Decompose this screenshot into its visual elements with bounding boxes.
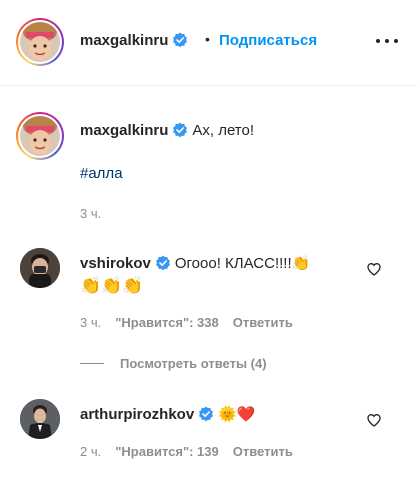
author-avatar-story-ring[interactable] xyxy=(16,18,64,66)
reply-button[interactable]: Ответить xyxy=(233,315,293,330)
verified-badge-icon xyxy=(173,122,188,138)
header-username[interactable]: maxgalkinru xyxy=(80,32,168,49)
caption-username[interactable]: maxgalkinru xyxy=(80,122,168,139)
caption-avatar xyxy=(20,116,60,156)
author-avatar xyxy=(20,22,60,62)
replies-divider-line xyxy=(80,363,104,364)
post-header: maxgalkinru • Подписаться xyxy=(0,0,417,86)
comment-text: Огооо! КЛАСС!!!! xyxy=(174,255,292,272)
commenter-avatar[interactable] xyxy=(20,399,60,439)
heart-icon[interactable] xyxy=(366,261,382,277)
follow-button[interactable]: Подписаться xyxy=(219,32,317,49)
comment-emojis: 🌞❤️ xyxy=(218,406,256,423)
hashtag-link[interactable]: #алла xyxy=(80,165,123,182)
separator-dot: • xyxy=(205,31,210,47)
avatar-ring-gap xyxy=(18,20,62,64)
likes-count[interactable]: "Нравится": 338 xyxy=(115,315,219,330)
clapping-hands-emoji: 👏 xyxy=(291,255,311,272)
heart-icon[interactable] xyxy=(366,412,382,428)
comment-line: vshirokov Огооо! КЛАСС!!!!👏 xyxy=(80,254,310,272)
commenter-avatar[interactable] xyxy=(20,248,60,288)
comment-line: arthurpirozhkov 🌞❤️ xyxy=(80,405,256,423)
caption-timestamp[interactable]: 3 ч. xyxy=(80,206,101,221)
caption-avatar-story-ring[interactable] xyxy=(16,112,64,160)
comment-timestamp[interactable]: 3 ч. xyxy=(80,315,101,330)
comment-username[interactable]: arthurpirozhkov xyxy=(80,406,194,423)
verified-badge-icon xyxy=(199,406,214,422)
comment-emoji-line: 👏👏👏 xyxy=(80,276,144,295)
caption-line: maxgalkinru Ах, лето! xyxy=(80,122,254,140)
header-username-row: maxgalkinru xyxy=(80,32,188,50)
view-replies-label: Посмотреть ответы (4) xyxy=(120,356,267,371)
more-options-icon[interactable] xyxy=(376,36,398,46)
likes-count[interactable]: "Нравится": 139 xyxy=(115,444,219,459)
view-replies-button[interactable]: Посмотреть ответы (4) xyxy=(80,356,267,371)
comment-meta: 2 ч. "Нравится": 139 Ответить xyxy=(80,444,293,459)
comment-username[interactable]: vshirokov xyxy=(80,255,151,272)
comment-meta: 3 ч. "Нравится": 338 Ответить xyxy=(80,315,293,330)
caption-text: Ах, лето! xyxy=(192,122,255,139)
reply-button[interactable]: Ответить xyxy=(233,444,293,459)
verified-badge-icon xyxy=(173,32,188,48)
avatar-ring-gap xyxy=(18,114,62,158)
verified-badge-icon xyxy=(155,255,170,271)
comment-timestamp[interactable]: 2 ч. xyxy=(80,444,101,459)
